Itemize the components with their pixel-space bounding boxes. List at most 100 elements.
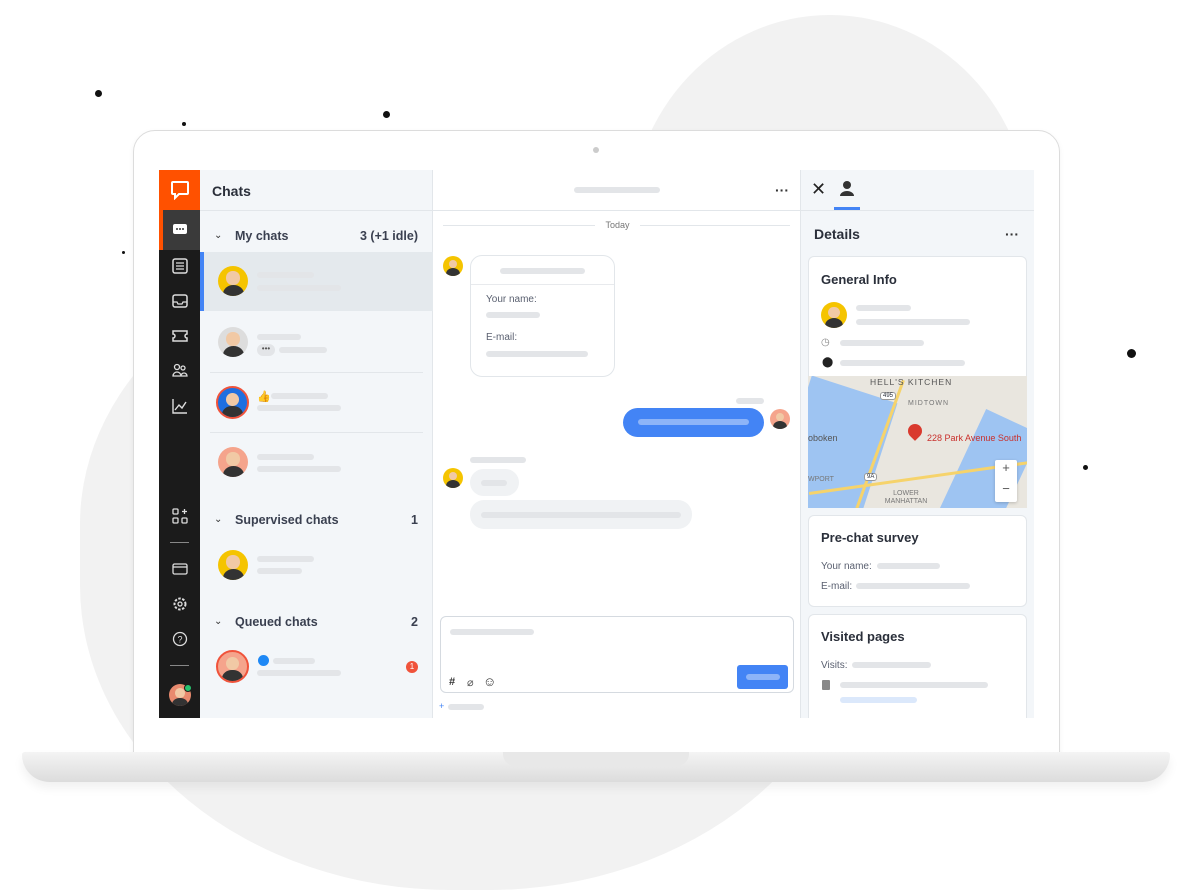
customers-icon[interactable] bbox=[159, 352, 200, 388]
messenger-icon bbox=[258, 655, 269, 666]
link-placeholder[interactable] bbox=[840, 697, 917, 703]
placeholder bbox=[481, 480, 507, 486]
more-options-icon[interactable]: ··· bbox=[1005, 226, 1019, 242]
form-name-label: Your name: bbox=[486, 294, 537, 305]
emoji-icon[interactable]: ☺ bbox=[483, 674, 496, 689]
chats-icon[interactable] bbox=[159, 212, 200, 248]
divider bbox=[640, 225, 790, 226]
decor-dot bbox=[95, 90, 102, 97]
placeholder bbox=[257, 405, 341, 411]
livechat-logo-icon[interactable] bbox=[159, 170, 200, 210]
pre-chat-title: Pre-chat survey bbox=[821, 530, 919, 545]
settings-icon[interactable] bbox=[159, 586, 200, 622]
placeholder bbox=[856, 583, 970, 589]
chevron-down-icon[interactable]: ⌄ bbox=[214, 616, 222, 627]
avatar bbox=[443, 256, 463, 276]
placeholder bbox=[486, 312, 540, 318]
avatar bbox=[218, 266, 248, 296]
divider bbox=[800, 210, 1034, 211]
close-icon[interactable]: ✕ bbox=[811, 179, 826, 200]
section-queued-chats[interactable]: Queued chats bbox=[235, 615, 318, 629]
list-icon[interactable] bbox=[159, 248, 200, 284]
placeholder bbox=[257, 568, 302, 574]
help-icon[interactable]: ? bbox=[159, 621, 200, 657]
decor-dot bbox=[182, 122, 186, 126]
map[interactable]: HELL'S KITCHEN MIDTOWN oboken LOWER MANH… bbox=[808, 376, 1027, 508]
section-my-chats[interactable]: My chats bbox=[235, 229, 289, 243]
thumbs-up-icon: 👍 bbox=[257, 391, 271, 403]
placeholder bbox=[481, 512, 681, 518]
more-options-icon[interactable]: ··· bbox=[775, 182, 789, 198]
placeholder bbox=[638, 419, 749, 425]
count: 3 (+1 idle) bbox=[359, 229, 418, 243]
placeholder bbox=[257, 466, 341, 472]
inbox-icon[interactable] bbox=[159, 283, 200, 319]
map-label: 9A bbox=[864, 473, 878, 481]
chevron-down-icon[interactable]: ⌄ bbox=[214, 230, 222, 241]
placeholder bbox=[856, 305, 911, 311]
decor-dot bbox=[1127, 349, 1136, 358]
attachment-icon[interactable]: ⌀ bbox=[467, 676, 474, 689]
section-supervised-chats[interactable]: Supervised chats bbox=[235, 513, 339, 527]
online-status-dot bbox=[184, 684, 192, 692]
map-zoom-in[interactable]: + bbox=[995, 460, 1017, 480]
unread-badge: 1 bbox=[406, 661, 418, 673]
placeholder bbox=[257, 454, 314, 460]
map-address: 228 Park Avenue South bbox=[927, 433, 1022, 443]
avatar bbox=[216, 650, 249, 683]
avatar bbox=[218, 327, 248, 357]
map-label: LOWER MANHATTAN bbox=[884, 490, 928, 505]
placeholder bbox=[486, 351, 588, 357]
placeholder bbox=[840, 360, 965, 366]
map-zoom-out[interactable]: − bbox=[995, 481, 1017, 501]
prechat-email-label: E-mail: bbox=[821, 581, 853, 592]
svg-text:?: ? bbox=[177, 635, 182, 645]
placeholder bbox=[448, 704, 484, 710]
placeholder bbox=[470, 457, 526, 463]
lid-bezel bbox=[159, 718, 1034, 752]
placeholder bbox=[271, 393, 328, 399]
ticket-icon[interactable] bbox=[159, 318, 200, 354]
placeholder bbox=[257, 285, 341, 291]
sidebar-divider bbox=[170, 542, 189, 543]
map-label: MIDTOWN bbox=[908, 400, 950, 407]
add-icon[interactable]: + bbox=[439, 701, 444, 711]
placeholder bbox=[840, 340, 924, 346]
supervised-count: 1 bbox=[411, 513, 418, 527]
placeholder bbox=[279, 347, 327, 353]
form-email-label: E-mail: bbox=[486, 332, 518, 343]
visited-pages-title: Visited pages bbox=[821, 629, 905, 644]
tab-customer[interactable] bbox=[834, 180, 860, 210]
avatar bbox=[770, 409, 790, 429]
divider bbox=[200, 210, 433, 211]
map-label: WPORT bbox=[808, 476, 834, 483]
avatar bbox=[821, 302, 847, 328]
chats-title: Chats bbox=[212, 183, 251, 199]
placeholder bbox=[877, 563, 940, 569]
chevron-down-icon[interactable]: ⌄ bbox=[214, 514, 222, 525]
avatar bbox=[216, 386, 249, 419]
placeholder bbox=[746, 674, 780, 680]
apps-icon[interactable] bbox=[159, 498, 200, 534]
queued-count: 2 bbox=[411, 615, 418, 629]
placeholder bbox=[257, 334, 301, 340]
reports-icon[interactable] bbox=[159, 388, 200, 424]
placeholder bbox=[273, 658, 315, 664]
location-pin-icon: ⬤ bbox=[822, 357, 834, 368]
avatar bbox=[218, 550, 248, 580]
hashtag-icon[interactable]: # bbox=[449, 676, 455, 688]
details-title: Details bbox=[814, 226, 860, 242]
placeholder bbox=[450, 629, 534, 635]
avatar bbox=[218, 447, 248, 477]
decor-dot bbox=[383, 111, 390, 118]
map-label: 495 bbox=[880, 392, 897, 400]
my-chats-count: 3 (+1 idle) bbox=[300, 229, 418, 243]
divider bbox=[471, 284, 614, 285]
laptop-camera bbox=[593, 147, 599, 153]
page-icon bbox=[822, 680, 830, 690]
placeholder bbox=[856, 319, 970, 325]
divider bbox=[443, 225, 595, 226]
map-label: HELL'S KITCHEN bbox=[870, 377, 953, 387]
billing-icon[interactable] bbox=[159, 551, 200, 587]
general-info-title: General Info bbox=[821, 272, 897, 287]
